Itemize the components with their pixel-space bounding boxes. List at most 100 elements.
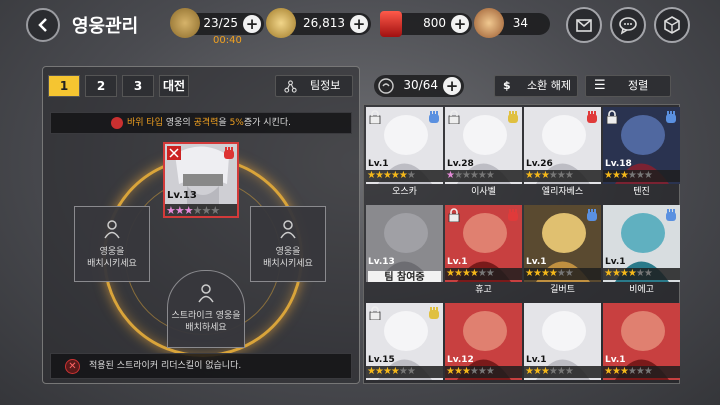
hero-name: 휴고 [475, 285, 492, 295]
dollar-icon: $ [503, 79, 511, 92]
hero-stars: ★★★★★★ [524, 366, 601, 378]
hero-list-panel: Lv.1 ★★★★★★ 오스카 Lv.28 ★★★★★★ 이사벨 Lv.26 ★★★★★★ 엘리… [363, 104, 680, 384]
hero-stars: ★★★★★★ [524, 170, 601, 182]
hero-level: Lv.15 [368, 355, 395, 365]
hero-level: Lv.1 [447, 257, 468, 267]
add-gold-button[interactable]: + [350, 15, 368, 33]
hero-card[interactable]: Lv.28 ★★★★★★ [445, 107, 522, 184]
hero-card[interactable]: Lv.1 ★★★★★★ [524, 303, 601, 380]
hero-card[interactable]: Lv.1 ★★★★★★ [524, 205, 601, 282]
hero-count: 30/64 + [374, 75, 464, 97]
hero-stars: ★★★★★★ [366, 170, 443, 182]
hero-card[interactable]: Lv.26 ★★★★★★ [524, 107, 601, 184]
lock-icon [448, 110, 460, 124]
hero-name: 엘리자베스 [541, 187, 584, 197]
close-circle-icon: ✕ [65, 359, 80, 374]
hero-card[interactable]: Lv.15 ★★★★★★ [366, 303, 443, 380]
hero-card[interactable]: Lv.1 ★★★★★★ [603, 303, 680, 380]
paper-type-icon [666, 111, 676, 123]
empty-hero-slot-right[interactable]: 영웅을 배치시키세요 [250, 206, 326, 282]
hero-card[interactable]: Lv.1 ★★★★★★ [366, 107, 443, 184]
medal-counter: 34 [474, 8, 550, 38]
team-info-button[interactable]: 팀정보 [275, 75, 353, 97]
hero-card[interactable]: Lv.1 ★★★★★★ [445, 205, 522, 282]
empty-hero-slot-left[interactable]: 영웅을 배치시키세요 [74, 206, 150, 282]
hero-count-icon [378, 78, 394, 94]
rock-type-icon [111, 116, 123, 129]
rock-hand-icon [224, 147, 234, 159]
hero-stars: ★★★★★★ [445, 366, 522, 378]
leader-bonus-bar: 바위 타입 영웅의 공격력을 5%증가 시킨다. [50, 112, 352, 134]
summon-release-button[interactable]: $ 소환 해제 [494, 75, 578, 97]
back-button[interactable] [26, 8, 60, 42]
hero-stars: ★★★★★★ [603, 170, 680, 182]
gold-counter: 26,813 + [266, 8, 371, 38]
person-icon [104, 220, 120, 239]
key-icon [170, 8, 200, 38]
mail-icon [576, 19, 592, 32]
ruby-icon [380, 11, 402, 37]
hero-stars: ★★★★★★ [366, 366, 443, 378]
medal-icon [474, 8, 504, 38]
hero-stars: ★★★★★★ [603, 366, 680, 378]
page-title: 영웅관리 [72, 16, 139, 37]
expand-hero-slots-button[interactable]: + [443, 77, 461, 95]
paper-type-icon [666, 209, 676, 221]
hero-level: Lv.13 [368, 257, 395, 267]
stamina-timer: 00:40 [213, 35, 242, 46]
paper-type-icon [587, 209, 597, 221]
hero-level: Lv.1 [605, 355, 626, 365]
leader-stars: ★★★★★★ [165, 204, 237, 216]
hero-name: 이사벨 [471, 187, 496, 197]
tab-battle[interactable]: 대전 [159, 75, 189, 97]
rock-type-icon [508, 209, 518, 221]
mail-button[interactable] [566, 7, 602, 43]
hero-name: 오스카 [392, 187, 417, 197]
hero-stars: ★★★★★★ [603, 268, 680, 280]
tab-team-1[interactable]: 1 [48, 75, 80, 97]
add-stamina-button[interactable]: + [243, 15, 261, 33]
ruby-counter: 800 + [380, 11, 472, 37]
dice-icon [664, 16, 680, 34]
striker-hero-slot[interactable]: 스트라이크 영웅을 배치하세요 [167, 270, 245, 348]
scissors-type-icon [429, 307, 439, 319]
chat-bubble-icon [619, 17, 637, 35]
chat-button[interactable] [610, 7, 646, 43]
hero-level: Lv.18 [605, 159, 632, 169]
gold-coin-icon [266, 8, 296, 38]
tab-team-2[interactable]: 2 [85, 75, 117, 97]
hero-card[interactable]: Lv.12 ★★★★★★ [445, 303, 522, 380]
paper-type-icon [429, 111, 439, 123]
top-bar: 영웅관리 23/25 + 00:40 26,813 + 800 + 34 [0, 0, 720, 50]
swords-icon [167, 146, 181, 160]
in-team-banner: 팀 참여중 [368, 271, 441, 282]
add-ruby-button[interactable]: + [451, 15, 469, 33]
sort-button[interactable]: ☰ 정렬 [585, 75, 671, 97]
leader-hero-slot[interactable]: Lv.13 ★★★★★★ [163, 142, 239, 218]
dice-menu-button[interactable] [654, 7, 690, 43]
hero-level: Lv.12 [447, 355, 474, 365]
scissors-type-icon [508, 111, 518, 123]
stamina-counter: 23/25 + [170, 8, 264, 38]
hero-level: Lv.1 [605, 257, 626, 267]
hero-stars: ★★★★★★ [524, 268, 601, 280]
tab-team-3[interactable]: 3 [122, 75, 154, 97]
hero-card[interactable]: Lv.1 ★★★★★★ [603, 205, 680, 282]
lock-icon [448, 208, 460, 222]
hero-card[interactable]: Lv.13 팀 참여중 [366, 205, 443, 282]
hero-level: Lv.1 [368, 159, 389, 169]
hero-card[interactable]: Lv.18 ★★★★★★ [603, 107, 680, 184]
striker-skill-notice: ✕ 적용된 스트라이커 리더스킬이 없습니다. [50, 353, 352, 379]
hero-stars: ★★★★★★ [445, 170, 522, 182]
hero-level: Lv.26 [526, 159, 553, 169]
team-nodes-icon [284, 80, 297, 93]
hero-name: 텐진 [633, 187, 650, 197]
hero-stars: ★★★★★★ [445, 268, 522, 280]
lock-icon [606, 110, 618, 124]
hero-name: 길버트 [550, 285, 575, 295]
hero-name: 비에고 [629, 285, 654, 295]
hero-level: Lv.1 [526, 257, 547, 267]
menu-lines-icon: ☰ [594, 78, 606, 93]
back-arrow-icon [38, 18, 47, 32]
person-icon [198, 284, 214, 303]
